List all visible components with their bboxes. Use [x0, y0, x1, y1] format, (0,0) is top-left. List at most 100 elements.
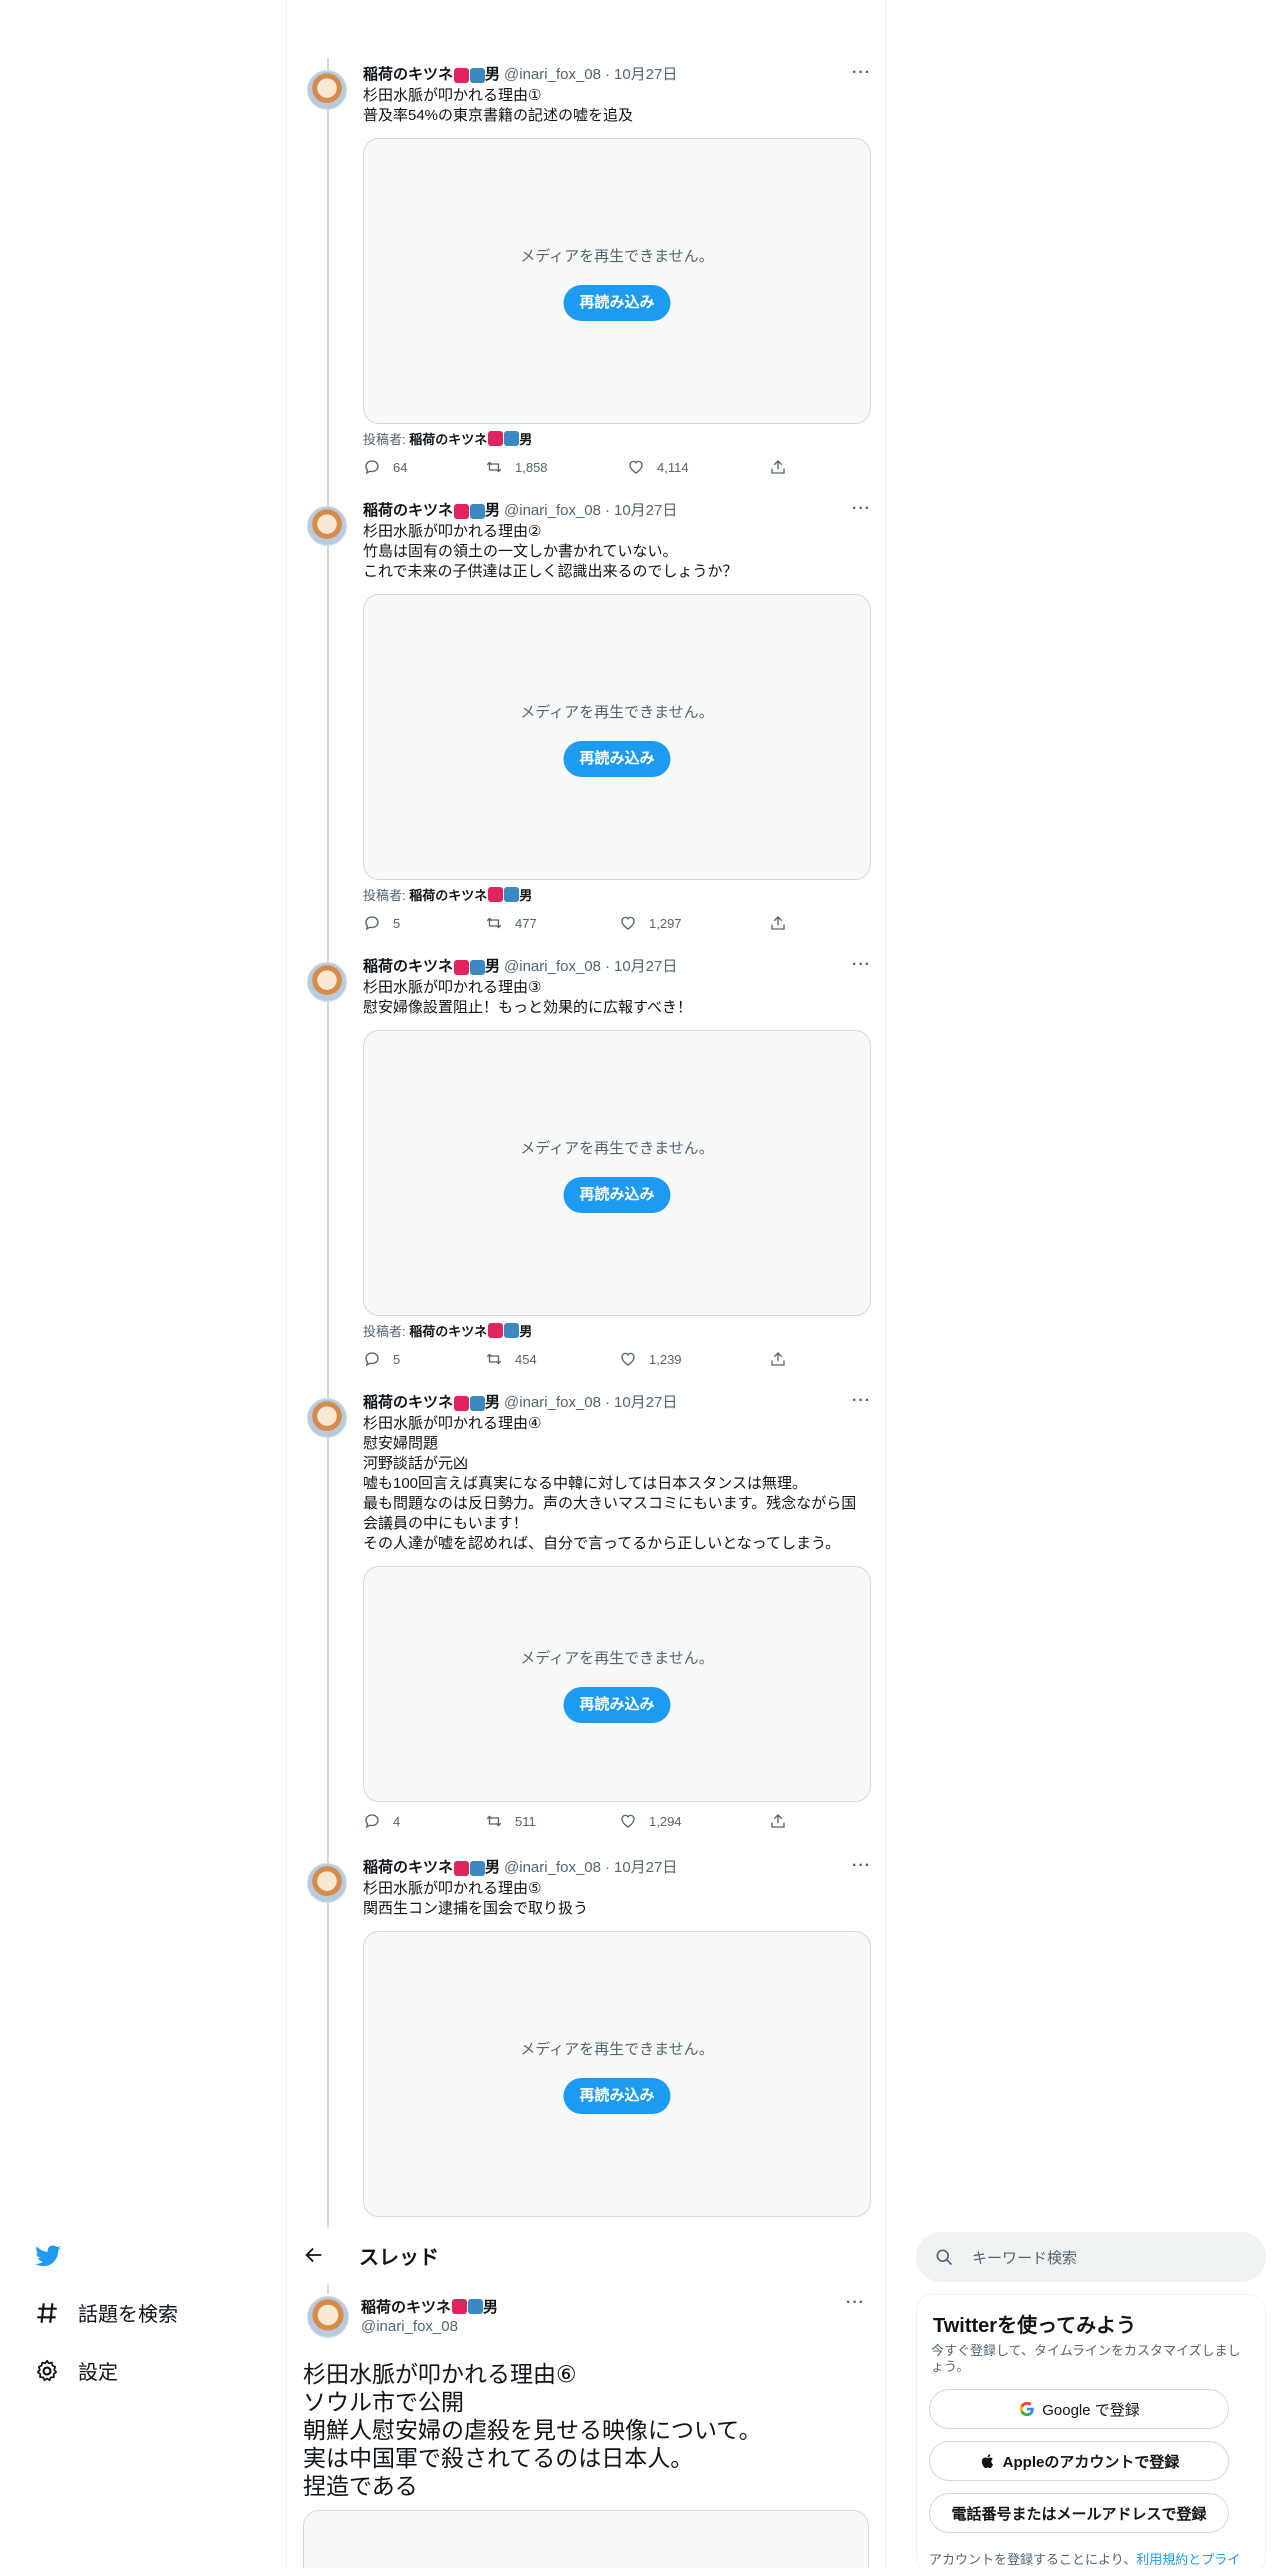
- reply-button[interactable]: 5: [363, 1350, 400, 1368]
- tweet[interactable]: 稲荷のキツネ 男 @inari_fox_08 · 10月27日 ··· 杉田水脈…: [287, 1392, 887, 1832]
- more-options-icon[interactable]: ···: [852, 500, 871, 518]
- share-button[interactable]: [769, 914, 799, 932]
- author-name-suffix: 男: [485, 502, 501, 519]
- more-options-icon[interactable]: ···: [852, 1857, 871, 1875]
- search-icon: [936, 2249, 953, 2266]
- avatar[interactable]: [307, 1863, 347, 1903]
- search-box[interactable]: キーワード検索: [916, 2232, 1266, 2282]
- google-signup-button[interactable]: Google で登録: [929, 2389, 1229, 2429]
- avatar[interactable]: [307, 2296, 349, 2338]
- tweet[interactable]: 稲荷のキツネ 男 @inari_fox_08 · 10月27日 ··· 杉田水脈…: [287, 500, 887, 940]
- search-input[interactable]: キーワード検索: [972, 2247, 1077, 2268]
- like-button[interactable]: 1,297: [619, 914, 682, 932]
- like-button[interactable]: 4,114: [627, 458, 689, 476]
- more-options-icon[interactable]: ···: [852, 64, 871, 82]
- more-options-icon[interactable]: ···: [852, 956, 871, 974]
- back-arrow-icon[interactable]: [303, 2244, 325, 2266]
- author-handle[interactable]: @inari_fox_08: [504, 64, 601, 86]
- google-logo-icon: [1020, 2401, 1034, 2417]
- phone-email-signup-button[interactable]: 電話番号またはメールアドレスで登録: [929, 2493, 1229, 2533]
- like-count: 4,114: [657, 459, 689, 475]
- author-name[interactable]: 稲荷のキツネ: [363, 1857, 453, 1879]
- media-error-message: メディアを再生できません。: [520, 248, 714, 265]
- author-handle[interactable]: @inari_fox_08: [504, 500, 601, 522]
- author-name-suffix: 男: [485, 958, 501, 975]
- tweet-date[interactable]: 10月27日: [614, 64, 677, 86]
- reload-button[interactable]: 再読み込み: [563, 1177, 671, 1213]
- terms-link[interactable]: 利用規約とプライ: [1136, 2552, 1240, 2567]
- avatar[interactable]: [307, 1398, 347, 1438]
- author-handle[interactable]: @inari_fox_08: [504, 1857, 601, 1879]
- tweet[interactable]: 稲荷のキツネ 男 @inari_fox_08 · 10月27日 ··· 杉田水脈…: [287, 64, 887, 484]
- tweet-text-line: 杉田水脈が叩かれる理由③: [363, 979, 542, 996]
- tweet-date[interactable]: 10月27日: [614, 956, 677, 978]
- avatar[interactable]: [307, 506, 347, 546]
- poster-name-suffix: 男: [519, 432, 533, 447]
- media-poster: 投稿者: 稲荷のキツネ 男: [363, 429, 532, 448]
- avatar[interactable]: [307, 962, 347, 1002]
- retweet-button[interactable]: 477: [485, 914, 537, 932]
- focused-tweet[interactable]: 稲荷のキツネ 男 @inari_fox_08 ··· 杉田水脈が叩かれる理由⑥ ソ…: [287, 2284, 885, 2568]
- reply-button[interactable]: 64: [363, 458, 407, 476]
- avatar[interactable]: [307, 70, 347, 110]
- reload-button[interactable]: 再読み込み: [563, 285, 671, 321]
- author-name-row[interactable]: 稲荷のキツネ 男: [361, 2296, 498, 2317]
- retweet-button[interactable]: 511: [485, 1812, 536, 1830]
- tweet-date[interactable]: 10月27日: [614, 1857, 677, 1879]
- reload-button[interactable]: 再読み込み: [563, 1687, 671, 1723]
- apple-signup-button[interactable]: Appleのアカウントで登録: [929, 2441, 1229, 2481]
- share-button[interactable]: [769, 1350, 799, 1368]
- male-sign-emoji-icon: [470, 503, 486, 519]
- tweet-text-line: 杉田水脈が叩かれる理由④: [363, 1415, 542, 1432]
- tweet-text-line: 会議員の中にもいます！: [363, 1515, 528, 1532]
- apple-signup-label: Appleのアカウントで登録: [1002, 2453, 1180, 2471]
- nav-settings[interactable]: 設定: [34, 2356, 118, 2385]
- torii-emoji-icon: [454, 67, 470, 83]
- tweet-header: 稲荷のキツネ 男 @inari_fox_08 · 10月27日: [363, 64, 871, 86]
- reply-button[interactable]: 5: [363, 914, 400, 932]
- author-handle[interactable]: @inari_fox_08: [361, 2318, 458, 2335]
- retweet-button[interactable]: 1,858: [485, 458, 548, 476]
- author-name[interactable]: 稲荷のキツネ: [363, 1392, 453, 1414]
- like-button[interactable]: 1,294: [619, 1812, 682, 1830]
- tweet-actions: 5 477 1,297: [363, 914, 871, 934]
- author-name[interactable]: 稲荷のキツネ: [363, 64, 453, 86]
- more-options-icon[interactable]: ···: [852, 1392, 871, 1410]
- poster-name[interactable]: 稲荷のキツネ: [409, 432, 487, 447]
- gear-icon: [36, 2359, 58, 2381]
- author-handle[interactable]: @inari_fox_08: [504, 956, 601, 978]
- author-handle[interactable]: @inari_fox_08: [504, 1392, 601, 1414]
- author-name[interactable]: 稲荷のキツネ: [363, 956, 453, 978]
- retweet-button[interactable]: 454: [485, 1350, 537, 1368]
- tweet[interactable]: 稲荷のキツネ 男 @inari_fox_08 · 10月27日 ··· 杉田水脈…: [287, 956, 887, 1376]
- tweet-date[interactable]: 10月27日: [614, 1392, 677, 1414]
- reload-button[interactable]: 再読み込み: [563, 2078, 671, 2114]
- poster-name[interactable]: 稲荷のキツネ: [409, 888, 487, 903]
- heart-icon: [621, 1814, 635, 1828]
- tweet-date[interactable]: 10月27日: [614, 500, 677, 522]
- share-button[interactable]: [769, 458, 799, 476]
- share-button[interactable]: [769, 1812, 799, 1830]
- poster-name[interactable]: 稲荷のキツネ: [409, 1324, 487, 1339]
- reply-button[interactable]: 4: [363, 1812, 400, 1830]
- media-error-message: メディアを再生できません。: [520, 1650, 714, 1667]
- tweet-header: 稲荷のキツネ 男 @inari_fox_08 · 10月27日: [363, 1392, 871, 1414]
- tweet-header: 稲荷のキツネ 男 @inari_fox_08 · 10月27日: [363, 500, 871, 522]
- nav-explore[interactable]: 話題を検索: [34, 2298, 178, 2327]
- like-button[interactable]: 1,239: [619, 1350, 682, 1368]
- tweet-text: 杉田水脈が叩かれる理由① 普及率54%の東京書籍の記述の嘘を追及: [363, 86, 871, 126]
- tweet-text-line: 捏造である: [303, 2473, 418, 2499]
- male-sign-emoji-icon: [470, 1860, 486, 1876]
- nav-explore-label: 話題を検索: [78, 2304, 178, 2326]
- share-icon: [771, 916, 785, 930]
- more-options-icon[interactable]: ···: [846, 2294, 865, 2312]
- share-icon: [771, 460, 785, 474]
- tweet[interactable]: 稲荷のキツネ 男 @inari_fox_08 · 10月27日 ··· 杉田水脈…: [287, 1857, 887, 2228]
- reload-button[interactable]: 再読み込み: [563, 741, 671, 777]
- torii-emoji-icon: [454, 1860, 470, 1876]
- author-name[interactable]: 稲荷のキツネ: [363, 500, 453, 522]
- author-name[interactable]: 稲荷のキツネ: [361, 2299, 451, 2316]
- separator-dot: ·: [604, 66, 610, 83]
- twitter-bird-icon[interactable]: [34, 2242, 62, 2270]
- media-player: メディアを再生できません。 再読み込み: [363, 138, 871, 424]
